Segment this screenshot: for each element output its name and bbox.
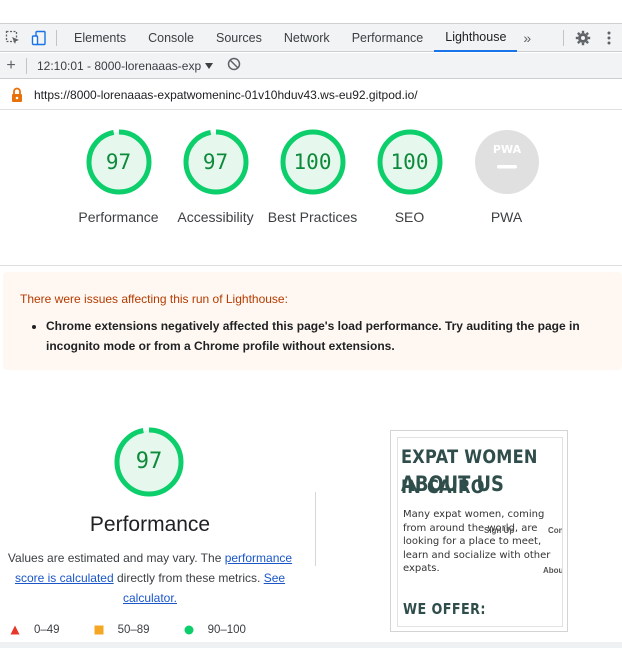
report-selector[interactable]: 12:10:01 - 8000-lorenaaas-exp (37, 58, 214, 73)
category-gauges: 97 Performance 97 Accessibility 100 Best… (70, 128, 555, 227)
gauge-score: 100 (390, 150, 429, 174)
gauge-best-practices[interactable]: 100 Best Practices (264, 128, 361, 227)
screenshot-paragraph: Many expat women, coming from around the… (403, 509, 551, 574)
performance-score: 97 (135, 449, 163, 474)
gauge-label: SEO (394, 209, 425, 225)
final-screenshot-thumbnail[interactable]: EXPAT WOMEN IN CAIRO ABOUT US Many expat… (390, 430, 568, 632)
tab-network[interactable]: Network (273, 24, 341, 52)
screenshot-frame: EXPAT WOMEN IN CAIRO ABOUT US Many expat… (397, 437, 563, 627)
gauge-label: PWA (490, 209, 523, 225)
gauge-ring: 100 (376, 128, 444, 196)
window-top-strip (0, 0, 622, 24)
report-url[interactable]: https://8000-lorenaaas-expatwomeninc-01v… (34, 88, 418, 102)
inspect-element-icon[interactable] (0, 24, 26, 52)
screenshot-about-heading: ABOUT US (401, 472, 504, 496)
gauge-ring: 100 (279, 128, 347, 196)
legend-pass: 90–100 (184, 624, 246, 636)
tab-console[interactable]: Console (137, 24, 205, 52)
new-report-plus-icon[interactable]: + (0, 57, 22, 75)
gauge-performance[interactable]: 97 Performance (70, 128, 167, 227)
toolbar-right (563, 24, 622, 52)
legend-fail: 0–49 (10, 624, 60, 636)
gauge-score: 100 (293, 150, 332, 174)
gauge-label: Accessibility (177, 209, 254, 225)
summary-divider (315, 492, 316, 566)
report-url-bar: https://8000-lorenaaas-expatwomeninc-01v… (0, 80, 622, 110)
dropdown-arrow-icon (205, 62, 214, 69)
gauge-label: Performance (78, 209, 159, 225)
warning-list: Chrome extensions negatively affected th… (46, 316, 606, 356)
legend-average: 50–89 (94, 624, 150, 636)
toolbar-separator (56, 29, 57, 46)
bottom-edge (0, 642, 622, 648)
gauge-score: 97 (105, 150, 132, 174)
gauge-ring: 97 (182, 128, 250, 196)
section-divider (0, 265, 622, 266)
kebab-menu-icon[interactable] (596, 24, 622, 52)
warning-title: There were issues affecting this run of … (20, 292, 288, 306)
gauge-score: 97 (202, 150, 229, 174)
screenshot-nav-signup: Sign Up (484, 526, 515, 535)
pwa-badge-icon: PWA (473, 128, 541, 196)
orange-square-icon (94, 625, 104, 635)
pwa-badge-text: PWA (492, 143, 521, 156)
device-toolbar-icon[interactable] (26, 24, 52, 52)
performance-gauge[interactable]: 97 (113, 426, 185, 498)
gauge-ring: 97 (85, 128, 153, 196)
score-legend: 0–49 50–89 90–100 (10, 624, 246, 636)
red-triangle-icon (10, 625, 20, 635)
screenshot-nav-about: About (543, 566, 563, 575)
report-selector-value: 12:10:01 - 8000-lorenaaas-exp (37, 58, 202, 73)
screenshot-offer-heading: WE OFFER: (403, 600, 486, 618)
performance-title: Performance (89, 513, 211, 536)
devtools-tab-bar: Elements Console Sources Network Perform… (0, 24, 622, 52)
green-circle-icon (184, 625, 194, 635)
warning-item: Chrome extensions negatively affected th… (46, 316, 606, 356)
tab-lighthouse[interactable]: Lighthouse (434, 24, 518, 52)
gauge-pwa[interactable]: PWA PWA (458, 128, 555, 227)
tab-elements[interactable]: Elements (63, 24, 137, 52)
gauge-seo[interactable]: 100 SEO (361, 128, 458, 227)
run-warning-box: There were issues affecting this run of … (3, 272, 622, 370)
clear-all-block-icon[interactable] (227, 57, 241, 74)
settings-gear-icon[interactable] (570, 24, 596, 52)
more-tabs-icon[interactable]: » (517, 30, 537, 46)
report-toolbar: + 12:10:01 - 8000-lorenaaas-exp (0, 53, 622, 79)
lock-icon (0, 87, 34, 103)
tab-sources[interactable]: Sources (205, 24, 273, 52)
gauge-label: Best Practices (267, 209, 358, 225)
tab-performance[interactable]: Performance (341, 24, 435, 52)
gauge-accessibility[interactable]: 97 Accessibility (167, 128, 264, 227)
performance-description: Values are estimated and may vary. The p… (7, 551, 293, 605)
screenshot-nav-contact: Cont (548, 526, 562, 535)
